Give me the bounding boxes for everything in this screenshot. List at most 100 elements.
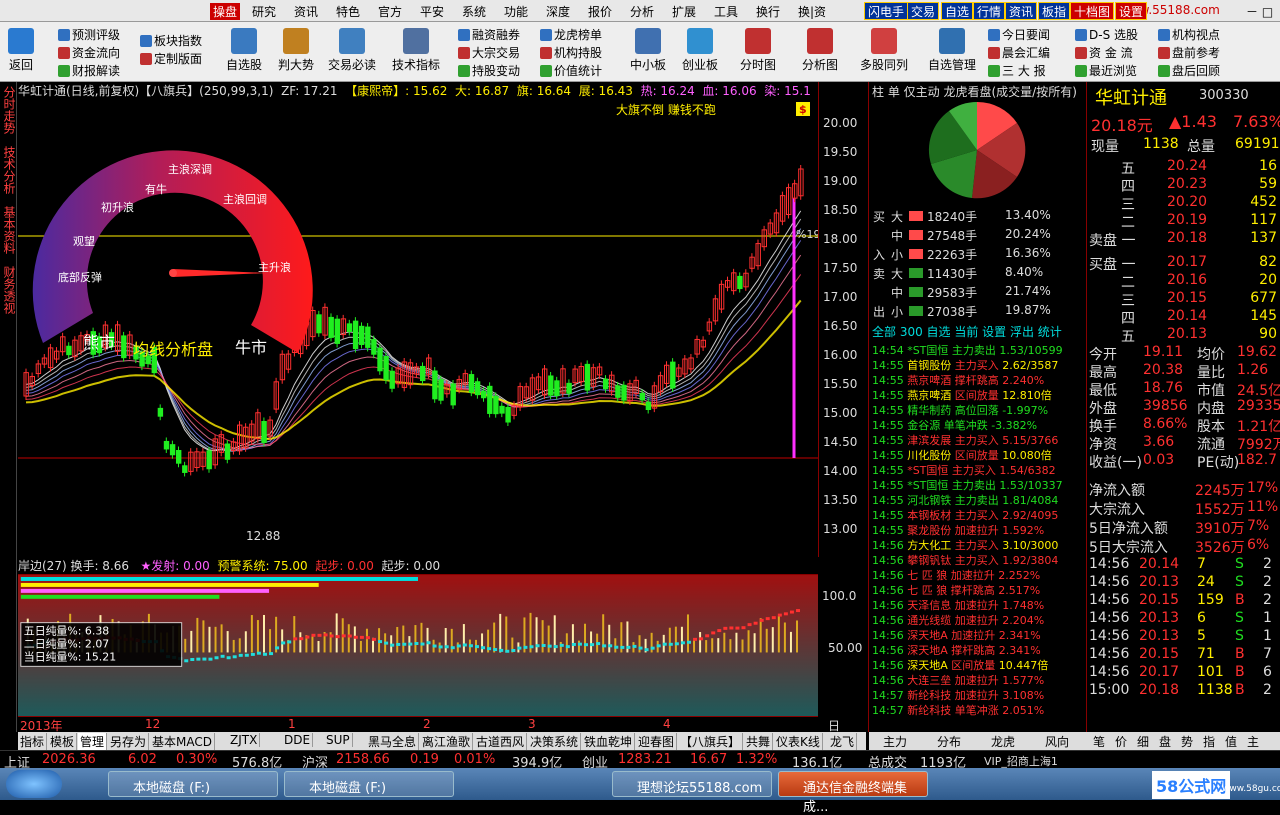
flow-list-row[interactable]: 14:56 七 匹 狼 撑杆跳高 2.517%	[872, 582, 1040, 598]
bottom-tab[interactable]: ZJTX	[228, 733, 261, 747]
toolbar-small-button[interactable]: 盘后回顾	[1158, 62, 1220, 79]
flow-list-row[interactable]: 14:55 首钢股份 主力买入 2.62/3587	[872, 357, 1058, 373]
bottom-tab[interactable]: 基本MACD	[150, 733, 215, 750]
toolbar-button[interactable]: 多股同列	[860, 26, 908, 73]
bottom-tab[interactable]: 铁血乾坤	[582, 733, 636, 750]
left-tab[interactable]: 技术分析	[1, 146, 16, 194]
vip-server[interactable]: VIP_招商上海1	[984, 753, 1058, 769]
quote-bottom-tab[interactable]: 笔	[1093, 733, 1105, 750]
flow-list-row[interactable]: 14:56 攀钢钒钛 主力买入 1.92/3804	[872, 552, 1058, 568]
toolbar-button[interactable]: 返回	[8, 26, 34, 73]
flow-list-row[interactable]: 14:55 川化股份 区间放量 10.080倍	[872, 447, 1052, 463]
menu-item[interactable]: 报价	[588, 3, 612, 20]
toolbar-button[interactable]: 分析图	[802, 26, 838, 73]
bottom-tab[interactable]: 另存为	[108, 733, 150, 750]
flow-list-row[interactable]: 14:57 新纶科技 单笔冲涨 2.051%	[872, 702, 1044, 718]
toolbar-small-button[interactable]: 定制版面	[140, 50, 202, 67]
menu-item[interactable]: 扩展	[672, 3, 696, 20]
toolbar-small-button[interactable]: 机构持股	[540, 44, 602, 61]
toolbar-small-button[interactable]: 财报解读	[58, 62, 120, 79]
top-right-button[interactable]: 资讯	[1005, 2, 1038, 20]
toolbar-button[interactable]: 技术指标	[392, 26, 440, 73]
toolbar-button[interactable]: 交易必读	[328, 26, 376, 73]
flow-list-row[interactable]: 14:55 精华制药 高位回落 -1.997%	[872, 402, 1048, 418]
toolbar-small-button[interactable]: 持股变动	[458, 62, 520, 79]
toolbar-button[interactable]: 自选管理	[928, 26, 976, 73]
quote-bottom-tab[interactable]: 细	[1137, 733, 1149, 750]
toolbar-small-button[interactable]: 大宗交易	[458, 44, 520, 61]
flow-list-row[interactable]: 14:55 金谷源 单笔冲跌 -3.382%	[872, 417, 1037, 433]
bottom-tab[interactable]: 管理	[78, 733, 108, 750]
flow-list-row[interactable]: 14:55 本钢板材 主力买入 2.92/4095	[872, 507, 1058, 523]
bottom-tab[interactable]: 古道西风	[474, 733, 528, 750]
quote-bottom-tab[interactable]: 价	[1115, 733, 1127, 750]
toolbar-button[interactable]: 判大势	[278, 26, 314, 73]
toolbar-button[interactable]: 分时图	[740, 26, 776, 73]
flow-bottom-tab[interactable]: 龙虎	[991, 733, 1015, 750]
flow-list-row[interactable]: 14:57 新纶科技 加速拉升 3.108%	[872, 687, 1044, 703]
taskbar-item[interactable]: 本地磁盘 (F:)	[108, 771, 278, 797]
toolbar-button[interactable]: 中小板	[630, 26, 666, 73]
top-right-button[interactable]: 行情	[973, 2, 1006, 20]
menu-item[interactable]: 换|资	[798, 3, 826, 20]
indicator-panel[interactable]: 五日纯量%: 6.38 二日纯量%: 2.07 当日纯量%: 15.21	[18, 574, 818, 716]
menu-item[interactable]: 操盘	[210, 3, 241, 20]
bottom-tab[interactable]: 黑马全息	[366, 733, 420, 750]
toolbar-small-button[interactable]: 资金流向	[58, 44, 120, 61]
menu-item[interactable]: 研究	[252, 3, 276, 20]
menu-item[interactable]: 平安	[420, 3, 444, 20]
bottom-tab[interactable]: 【八旗兵】	[678, 733, 744, 750]
toolbar-button[interactable]: 自选股	[226, 26, 262, 73]
flow-list-row[interactable]: 14:54 *ST国恒 主力卖出 1.53/10599	[872, 342, 1063, 358]
flow-bottom-tab[interactable]: 主力	[883, 733, 907, 750]
toolbar-small-button[interactable]: 晨会汇编	[988, 44, 1050, 61]
toolbar-small-button[interactable]: 盘前参考	[1158, 44, 1220, 61]
flow-header-item[interactable]: 单	[888, 85, 904, 99]
flow-list-row[interactable]: 14:56 方大化工 主力买入 3.10/3000	[872, 537, 1058, 553]
flow-bottom-tab[interactable]: 分布	[937, 733, 961, 750]
bottom-tab[interactable]: 仪表K线	[774, 733, 823, 750]
top-right-button[interactable]: 交易	[907, 2, 940, 20]
bottom-tab[interactable]: 迎春图	[636, 733, 678, 750]
flow-bottom-tab[interactable]: 风向	[1045, 733, 1069, 750]
toolbar-small-button[interactable]: D-S 选股	[1075, 26, 1138, 43]
quote-bottom-tab[interactable]: 盘	[1159, 733, 1171, 750]
toolbar-small-button[interactable]: 资 金 流	[1075, 44, 1133, 61]
flow-list-row[interactable]: 14:56 深天地A 撑杆跳高 2.341%	[872, 642, 1041, 658]
flow-list-row[interactable]: 14:56 天泽信息 加速拉升 1.748%	[872, 597, 1044, 613]
bottom-tab[interactable]: 指标	[18, 733, 48, 750]
start-button[interactable]	[6, 770, 62, 798]
toolbar-small-button[interactable]: 三 大 报	[988, 62, 1046, 79]
bottom-tab[interactable]: 龙飞	[828, 733, 858, 750]
top-right-button[interactable]: 十档图	[1070, 2, 1115, 20]
toolbar-small-button[interactable]: 最近浏览	[1075, 62, 1137, 79]
menu-item[interactable]: 官方	[378, 3, 402, 20]
flow-list-row[interactable]: 14:55 聚龙股份 加速拉升 1.592%	[872, 522, 1044, 538]
flow-list-row[interactable]: 14:55 津滨发展 主力买入 5.15/3766	[872, 432, 1058, 448]
left-tab[interactable]: 基本资料	[1, 206, 16, 254]
flow-list-row[interactable]: 14:56 深天地A 加速拉升 2.341%	[872, 627, 1041, 643]
toolbar-button[interactable]: 创业板	[682, 26, 718, 73]
menu-item[interactable]: 工具	[714, 3, 738, 20]
menu-item[interactable]: 系统	[462, 3, 486, 20]
quote-bottom-tab[interactable]: 值	[1225, 733, 1237, 750]
bottom-tab[interactable]: DDE	[282, 733, 314, 747]
toolbar-small-button[interactable]: 今日要闻	[988, 26, 1050, 43]
flow-list-row[interactable]: 14:55 河北钢铁 主力卖出 1.81/4084	[872, 492, 1058, 508]
left-tab[interactable]: 财务透视	[1, 266, 16, 314]
flow-list-row[interactable]: 14:55 *ST国恒 主力卖出 1.53/10337	[872, 477, 1063, 493]
bottom-tab[interactable]: 模板	[48, 733, 78, 750]
flow-header-item[interactable]: 仅主动	[904, 85, 944, 99]
taskbar-item[interactable]: 通达信金融终端集成...	[778, 771, 928, 815]
toolbar-small-button[interactable]: 机构视点	[1158, 26, 1220, 43]
menu-item[interactable]: 分析	[630, 3, 654, 20]
top-right-button[interactable]: 设置	[1115, 2, 1148, 20]
flow-list-row[interactable]: 14:55 燕京啤酒 区间放量 12.810倍	[872, 387, 1052, 403]
toolbar-small-button[interactable]: 预测评级	[58, 26, 120, 43]
toolbar-small-button[interactable]: 价值统计	[540, 62, 602, 79]
taskbar-item[interactable]: 理想论坛55188.com	[612, 771, 772, 797]
top-right-button[interactable]: 闪电手	[864, 2, 909, 20]
menu-item[interactable]: 特色	[336, 3, 360, 20]
flow-list-row[interactable]: 14:56 深天地A 区间放量 10.447倍	[872, 657, 1048, 673]
bottom-tab[interactable]: SUP	[324, 733, 353, 747]
